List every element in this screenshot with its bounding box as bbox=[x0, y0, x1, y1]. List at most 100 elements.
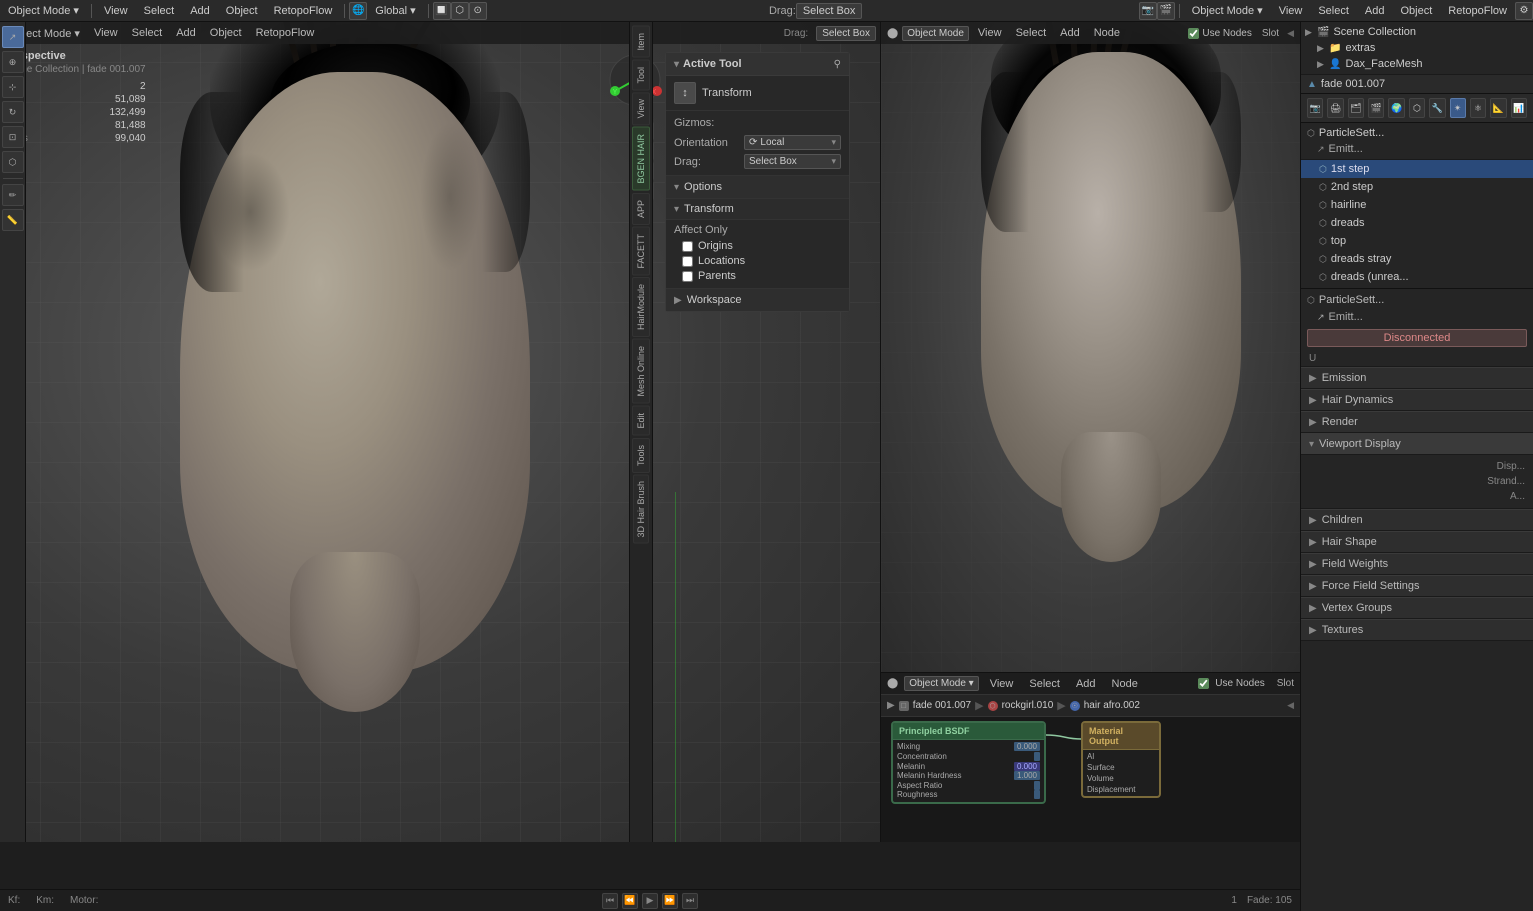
node-view[interactable]: View bbox=[985, 676, 1019, 692]
menu-object-right[interactable]: Object bbox=[1393, 3, 1441, 19]
menu-add-right[interactable]: Add bbox=[1357, 3, 1393, 19]
step-2nd[interactable]: ⬡ 2nd step bbox=[1301, 178, 1533, 196]
menu-object-mode-right[interactable]: Object Mode ▾ bbox=[1184, 2, 1271, 19]
next-frame-btn[interactable]: ⏩ bbox=[662, 893, 678, 909]
vp-view[interactable]: View bbox=[89, 25, 123, 41]
move-tool[interactable]: ⊹ bbox=[2, 76, 24, 98]
field-weights-header[interactable]: ▶ Field Weights bbox=[1301, 553, 1533, 575]
modifier-icon[interactable]: 🔧 bbox=[1429, 98, 1445, 118]
rotate-tool[interactable]: ↻ bbox=[2, 101, 24, 123]
menu-retopoflow-left[interactable]: RetopoFlow bbox=[266, 3, 341, 19]
outliner-dax[interactable]: ▶ 👤 Dax_FaceMesh bbox=[1301, 56, 1533, 72]
select-tool[interactable]: ↗ bbox=[2, 26, 24, 48]
menu-view[interactable]: View bbox=[96, 3, 136, 19]
disconnected-button[interactable]: Disconnected bbox=[1307, 329, 1527, 347]
vp-object[interactable]: Object bbox=[205, 25, 247, 41]
step-hairline[interactable]: ⬡ hairline bbox=[1301, 196, 1533, 214]
viewport-display-header[interactable]: ▾ Viewport Display bbox=[1301, 433, 1533, 455]
global-icon[interactable]: 🌐 bbox=[349, 2, 367, 20]
render-icon[interactable]: 📷 bbox=[1139, 2, 1157, 20]
breadcrumb-expand[interactable]: ▶ bbox=[887, 700, 895, 711]
skip-start-btn[interactable]: ⏮ bbox=[602, 893, 618, 909]
physics-icon[interactable]: ⚛ bbox=[1470, 98, 1486, 118]
tab-facett[interactable]: FACETT bbox=[632, 227, 650, 276]
node-node[interactable]: Node bbox=[1107, 676, 1143, 692]
prev-frame-btn[interactable]: ⏪ bbox=[622, 893, 638, 909]
outliner-extras[interactable]: ▶ 📁 extras bbox=[1301, 40, 1533, 56]
snap-icon[interactable]: 🔲 bbox=[433, 2, 451, 20]
workspace-section[interactable]: ▶ Workspace bbox=[666, 288, 849, 311]
proportional-icon[interactable]: ⊙ bbox=[469, 2, 487, 20]
node-add[interactable]: Add bbox=[1071, 676, 1101, 692]
options-header[interactable]: ▾ Options bbox=[666, 176, 849, 199]
breadcrumb-rockgirl[interactable]: rockgirl.010 bbox=[1002, 700, 1054, 711]
locations-checkbox[interactable] bbox=[682, 256, 693, 267]
magnet-icon[interactable]: ⬡ bbox=[451, 2, 469, 20]
menu-object-left[interactable]: Object bbox=[218, 3, 266, 19]
step-dreads-unrea[interactable]: ⬡ dreads (unrea... bbox=[1301, 268, 1533, 286]
origins-checkbox[interactable] bbox=[682, 241, 693, 252]
tab-mesh-online[interactable]: Mesh Online bbox=[632, 339, 650, 404]
node-select[interactable]: Select bbox=[1024, 676, 1065, 692]
material-output-node[interactable]: Material Output Al Surface Volume Displa… bbox=[1081, 721, 1161, 798]
particle-icon[interactable]: ✴ bbox=[1450, 98, 1466, 118]
drag-selectbox-vp[interactable]: Select Box bbox=[816, 26, 876, 41]
tab-tools[interactable]: Tools bbox=[632, 438, 650, 473]
menu-object-mode[interactable]: Object Mode ▾ bbox=[0, 2, 87, 19]
transform-sub-header[interactable]: ▾ Transform bbox=[666, 199, 849, 220]
scene-props-icon2[interactable]: 🎬 bbox=[1368, 98, 1384, 118]
play-btn[interactable]: ▶ bbox=[642, 893, 658, 909]
parents-checkbox[interactable] bbox=[682, 271, 693, 282]
cursor-tool[interactable]: ⊕ bbox=[2, 51, 24, 73]
step-dreads-stray[interactable]: ⬡ dreads stray bbox=[1301, 250, 1533, 268]
global-label[interactable]: Global ▾ bbox=[367, 2, 423, 19]
hair-dynamics-header[interactable]: ▶ Hair Dynamics bbox=[1301, 389, 1533, 411]
transform-tool[interactable]: ⬡ bbox=[2, 151, 24, 173]
scale-tool[interactable]: ⊡ bbox=[2, 126, 24, 148]
vertex-groups-header[interactable]: ▶ Vertex Groups bbox=[1301, 597, 1533, 619]
textures-header[interactable]: ▶ Textures bbox=[1301, 619, 1533, 641]
right-vp-select[interactable]: Select bbox=[1011, 25, 1052, 41]
emission-section-header[interactable]: ▶ Emission bbox=[1301, 367, 1533, 389]
main-viewport[interactable]: Object Mode ▾ View Select Add Object Ret… bbox=[0, 22, 880, 842]
children-header[interactable]: ▶ Children bbox=[1301, 509, 1533, 531]
vp-select[interactable]: Select bbox=[127, 25, 168, 41]
breadcrumb-collapse[interactable]: ◀ bbox=[1287, 700, 1294, 711]
tool-pin-btn[interactable]: ⚲ bbox=[834, 59, 841, 70]
hair-shape-header[interactable]: ▶ Hair Shape bbox=[1301, 531, 1533, 553]
tab-item[interactable]: Item bbox=[632, 26, 650, 58]
drag-select-box[interactable]: Select Box bbox=[796, 3, 863, 19]
orientation-select[interactable]: ⟳ Local ▾ bbox=[744, 135, 841, 150]
right-viewport[interactable]: ⬤ Object Mode View Select Add Node Use N… bbox=[880, 22, 1300, 672]
outliner-scene-collection[interactable]: ▶ 🎬 Scene Collection bbox=[1301, 24, 1533, 40]
tab-hairmodule[interactable]: HairModule bbox=[632, 277, 650, 337]
render-section-header[interactable]: ▶ Render bbox=[1301, 411, 1533, 433]
node-canvas[interactable]: Principled BSDF Mixing0.000 Concentratio… bbox=[881, 717, 1300, 842]
tab-app[interactable]: APP bbox=[632, 193, 650, 225]
skip-end-btn[interactable]: ⏭ bbox=[682, 893, 698, 909]
render-props-icon[interactable]: 📷 bbox=[1307, 98, 1323, 118]
node-editor[interactable]: ⬤ Object Mode ▾ View Select Add Node Use… bbox=[880, 672, 1300, 842]
use-nodes-checkbox[interactable] bbox=[1188, 28, 1199, 39]
tab-edit[interactable]: Edit bbox=[632, 406, 650, 436]
measure-tool[interactable]: 📏 bbox=[2, 209, 24, 231]
tab-view[interactable]: View bbox=[632, 92, 650, 125]
node-use-nodes-cb[interactable] bbox=[1198, 678, 1209, 689]
constraints-icon[interactable]: 📐 bbox=[1490, 98, 1506, 118]
menu-retopoflow-right[interactable]: RetopoFlow bbox=[1440, 3, 1515, 19]
tab-3d-hair-brush[interactable]: 3D Hair Brush bbox=[633, 475, 649, 544]
force-field-header[interactable]: ▶ Force Field Settings bbox=[1301, 575, 1533, 597]
menu-select-right[interactable]: Select bbox=[1310, 3, 1357, 19]
vp-add[interactable]: Add bbox=[171, 25, 201, 41]
breadcrumb-hair[interactable]: hair afro.002 bbox=[1084, 700, 1140, 711]
menu-add-left[interactable]: Add bbox=[182, 3, 218, 19]
output-props-icon[interactable]: 🖨 bbox=[1327, 98, 1343, 118]
data-icon[interactable]: 📊 bbox=[1511, 98, 1527, 118]
breadcrumb-fade[interactable]: fade 001.007 bbox=[913, 700, 971, 711]
right-vp-node[interactable]: Node bbox=[1089, 25, 1125, 41]
principled-bsdf-node[interactable]: Principled BSDF Mixing0.000 Concentratio… bbox=[891, 721, 1046, 804]
tab-bgen-hair[interactable]: BGEN HAIR bbox=[632, 127, 650, 191]
step-dreads[interactable]: ⬡ dreads bbox=[1301, 214, 1533, 232]
right-object-mode[interactable]: Object Mode bbox=[902, 26, 969, 41]
annotate-tool[interactable]: ✏ bbox=[2, 184, 24, 206]
